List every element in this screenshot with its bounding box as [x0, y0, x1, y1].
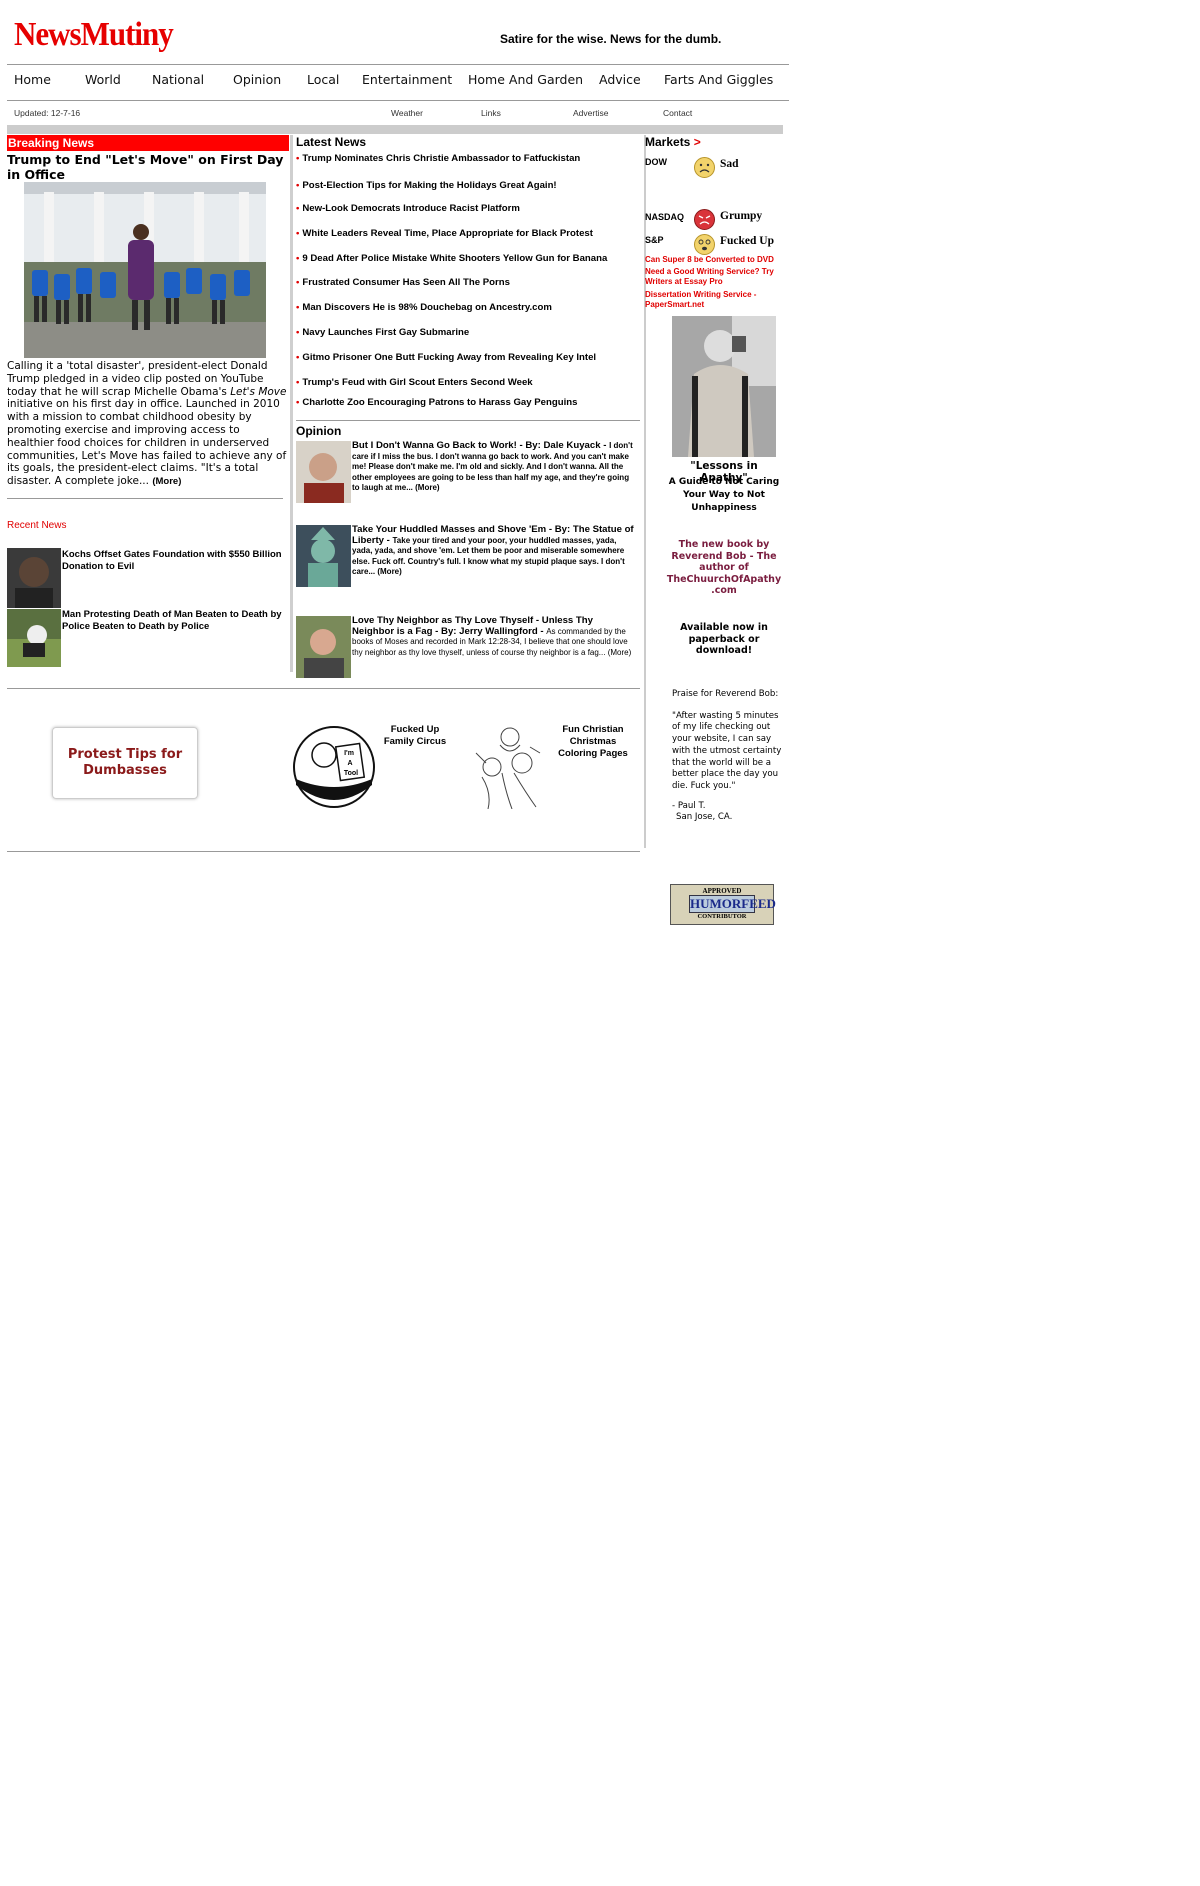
opinion-heading: Opinion — [296, 424, 342, 438]
opinion-item[interactable]: Love Thy Neighbor as Thy Love Thyself - … — [352, 615, 637, 658]
nav-bottom-divider — [7, 100, 789, 101]
lead-story-text-cont: initiative on his first day in office. L… — [7, 398, 287, 488]
coloring-pages-link[interactable]: Fun Christian Christmas Coloring Pages — [550, 724, 636, 760]
recent-news-item[interactable]: Kochs Offset Gates Foundation with $550 … — [62, 549, 282, 573]
family-circus-image[interactable]: I'm A Tool — [292, 725, 376, 809]
opinion-author-photo[interactable] — [296, 441, 351, 503]
ad-link-super8[interactable]: Can Super 8 be Converted to DVD — [645, 255, 790, 265]
nav-national[interactable]: National — [152, 72, 204, 87]
badge-name-text: HUMORFEED — [689, 895, 776, 913]
praise-attribution-place: San Jose, CA. — [676, 812, 733, 823]
site-logo[interactable]: NewsMutiny — [14, 14, 174, 54]
nav-home[interactable]: Home — [14, 72, 51, 87]
latest-news-item[interactable]: • Man Discovers He is 98% Douchebag on An… — [296, 302, 636, 313]
humorfeed-badge[interactable]: APPROVED HUMORFEED CONTRIBUTOR — [670, 884, 776, 925]
opinion-item[interactable]: Take Your Huddled Masses and Shove 'Em -… — [352, 524, 637, 578]
markets-arrow-icon: > — [693, 135, 701, 149]
opinion-author-photo[interactable] — [296, 616, 351, 678]
latest-news-item[interactable]: • 9 Dead After Police Mistake White Shoot… — [296, 253, 636, 264]
family-circus-link[interactable]: Fucked Up Family Circus — [375, 724, 455, 748]
lead-story-title[interactable]: Trump to End "Let's Move" on First Day i… — [7, 152, 289, 182]
market-label-dow: DOW — [645, 157, 667, 167]
content-divider — [7, 688, 640, 689]
section-separator-bar — [7, 125, 783, 134]
book-author-info[interactable]: The new book by Reverend Bob - The autho… — [665, 539, 783, 597]
lead-story-summary: Calling it a 'total disaster', president… — [7, 360, 289, 489]
protest-tips-button[interactable]: Protest Tips for Dumbasses — [52, 727, 198, 799]
book-praise: Praise for Reverend Bob: "After wasting … — [672, 689, 784, 824]
latest-news-divider — [296, 420, 640, 421]
latest-news-heading: Latest News — [296, 135, 367, 149]
coloring-pages-image[interactable] — [466, 723, 548, 810]
markets-heading-label: Markets — [645, 135, 691, 149]
nav-entertainment[interactable]: Entertainment — [362, 72, 452, 87]
latest-news-item[interactable]: • New-Look Democrats Introduce Racist Pla… — [296, 203, 636, 214]
nav-world[interactable]: World — [85, 72, 121, 87]
svg-text:Tool: Tool — [344, 770, 358, 777]
sad-face-icon — [694, 157, 715, 178]
praise-quote: "After wasting 5 minutes of my life chec… — [672, 710, 782, 791]
left-column-divider — [290, 135, 293, 672]
opinion-author-photo[interactable] — [296, 525, 351, 587]
ad-link-essay-pro[interactable]: Need a Good Writing Service? Try Writers… — [645, 267, 790, 287]
angry-face-icon — [694, 209, 715, 230]
recent-news-item[interactable]: Man Protesting Death of Man Beaten to De… — [62, 609, 282, 633]
market-status-nasdaq: Grumpy — [720, 210, 763, 222]
book-cover-image[interactable] — [672, 316, 776, 457]
lead-story-divider — [7, 498, 283, 499]
market-status-sp: Fucked Up — [720, 235, 774, 247]
book-subtitle: A Guide to Not Caring Your Way to Not Un… — [668, 477, 780, 513]
lead-story-italic: Let's Move — [230, 385, 287, 398]
badge-top-text: APPROVED — [702, 887, 742, 895]
lead-story-photo[interactable] — [24, 182, 266, 358]
latest-news-item[interactable]: • Trump's Feud with Girl Scout Enters Sec… — [296, 377, 636, 388]
svg-text:I'm: I'm — [344, 750, 354, 757]
latest-news-item[interactable]: • Frustrated Consumer Has Seen All The Po… — [296, 277, 636, 288]
subnav-contact[interactable]: Contact — [663, 108, 692, 118]
book-availability[interactable]: Available now in paperback or download! — [665, 622, 783, 657]
dizzy-face-icon — [694, 234, 715, 255]
footer-divider — [7, 851, 640, 852]
markets-heading[interactable]: Markets > — [645, 135, 701, 149]
lead-story-text: Calling it a 'total disaster', president… — [7, 360, 268, 398]
badge-bottom-text: CONTRIBUTOR — [697, 913, 747, 920]
latest-news-item[interactable]: • Navy Launches First Gay Submarine — [296, 327, 636, 338]
latest-news-item[interactable]: • Trump Nominates Chris Christie Ambassad… — [296, 153, 636, 164]
market-status-dow: Sad — [720, 158, 739, 170]
subnav-advertise[interactable]: Advertise — [573, 108, 608, 118]
nav-opinion[interactable]: Opinion — [233, 72, 281, 87]
recent-news-thumbnail[interactable] — [7, 609, 61, 667]
subnav-weather[interactable]: Weather — [391, 108, 423, 118]
nav-advice[interactable]: Advice — [599, 72, 641, 87]
nav-home-and-garden[interactable]: Home And Garden — [468, 72, 583, 87]
site-tagline: Satire for the wise. News for the dumb. — [500, 32, 722, 46]
updated-date: Updated: 12-7-16 — [14, 108, 81, 118]
nav-top-divider — [7, 64, 789, 65]
nav-local[interactable]: Local — [307, 72, 339, 87]
breaking-news-heading: Breaking News — [7, 135, 289, 151]
market-label-nasdaq: NASDAQ — [645, 212, 685, 222]
nav-farts-and-giggles[interactable]: Farts And Giggles — [664, 72, 773, 87]
ad-link-papersmart[interactable]: Dissertation Writing Service - PaperSmar… — [645, 290, 790, 310]
praise-heading: Praise for Reverend Bob: — [672, 689, 779, 699]
praise-attribution-name: - Paul T. — [672, 800, 706, 811]
latest-news-item[interactable]: • White Leaders Reveal Time, Place Approp… — [296, 228, 636, 239]
subnav-links[interactable]: Links — [481, 108, 501, 118]
recent-news-thumbnail[interactable] — [7, 548, 61, 608]
lead-story-more-link[interactable]: (More) — [152, 476, 181, 487]
market-label-sp: S&P — [645, 235, 664, 245]
latest-news-item[interactable]: • Post-Election Tips for Making the Holid… — [296, 180, 636, 191]
latest-news-item[interactable]: • Gitmo Prisoner One Butt Fucking Away fr… — [296, 352, 636, 363]
opinion-item[interactable]: But I Don't Wanna Go Back to Work! - By:… — [352, 440, 637, 494]
svg-text:A: A — [347, 760, 352, 767]
latest-news-item[interactable]: • Charlotte Zoo Encouraging Patrons to Ha… — [296, 397, 636, 408]
recent-news-heading: Recent News — [7, 520, 67, 531]
